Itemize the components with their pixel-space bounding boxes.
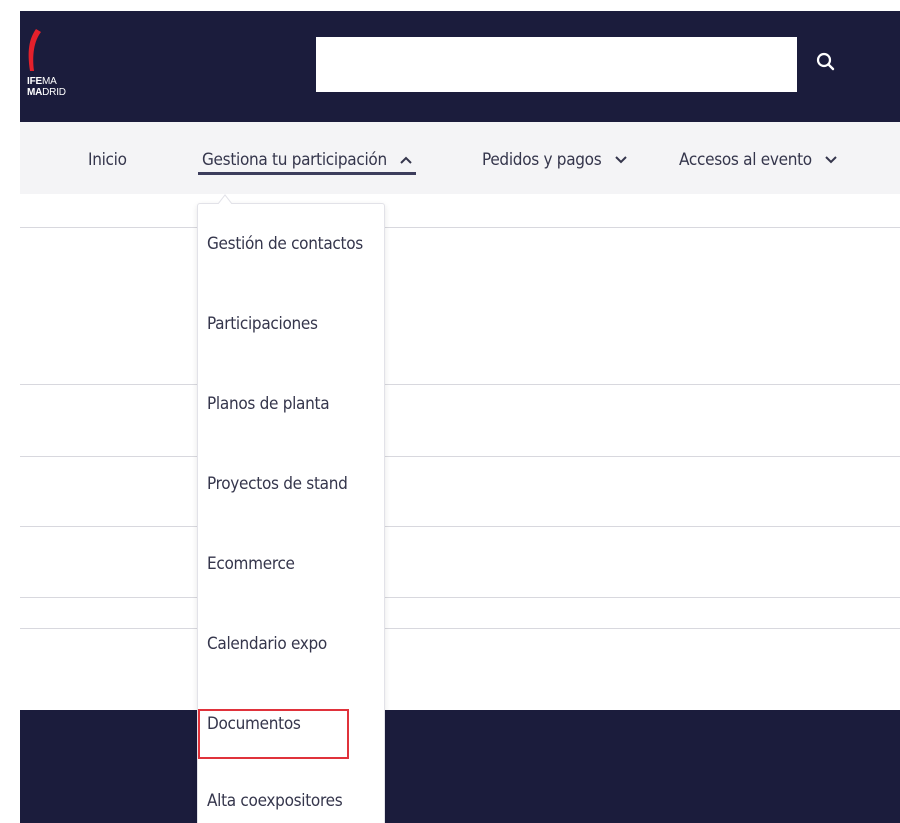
footer-bar xyxy=(20,710,900,823)
nav-item-label: Inicio xyxy=(88,150,127,170)
divider xyxy=(20,597,900,598)
main-nav: Inicio Gestiona tu participación Pedidos… xyxy=(20,122,900,194)
menu-item-ecommerce[interactable]: Ecommerce xyxy=(207,554,295,574)
menu-item-proyectos-stand[interactable]: Proyectos de stand xyxy=(207,474,348,494)
documentos-highlight xyxy=(198,709,349,759)
nav-item-inicio[interactable]: Inicio xyxy=(88,150,127,170)
logo-text: IFEMA MADRID xyxy=(27,76,66,98)
menu-item-alta-coexpositores[interactable]: Alta coexpositores xyxy=(207,791,343,811)
divider xyxy=(20,456,900,457)
nav-item-accesos[interactable]: Accesos al evento xyxy=(679,150,838,170)
search-icon[interactable] xyxy=(812,49,840,77)
ifema-logo[interactable]: IFEMA MADRID xyxy=(27,29,97,99)
divider xyxy=(20,628,900,629)
dropdown-caret xyxy=(218,194,232,204)
logo-flame-icon xyxy=(28,29,41,71)
menu-item-participaciones[interactable]: Participaciones xyxy=(207,314,318,334)
menu-item-planos-planta[interactable]: Planos de planta xyxy=(207,394,330,414)
search-input[interactable] xyxy=(316,37,797,92)
menu-item-gestion-contactos[interactable]: Gestión de contactos xyxy=(207,234,363,254)
nav-item-pedidos[interactable]: Pedidos y pagos xyxy=(482,150,628,170)
nav-item-label: Pedidos y pagos xyxy=(482,150,602,170)
nav-item-label: Gestiona tu participación xyxy=(202,150,387,170)
chevron-up-icon xyxy=(400,156,413,164)
chevron-down-icon xyxy=(615,156,627,164)
menu-item-calendario-expo[interactable]: Calendario expo xyxy=(207,634,327,654)
divider xyxy=(20,227,900,228)
nav-item-gestiona[interactable]: Gestiona tu participación xyxy=(202,150,413,170)
page: IFEMA MADRID Inicio Gestiona tu particip… xyxy=(0,0,900,823)
chevron-down-icon xyxy=(825,156,838,164)
divider xyxy=(20,384,900,385)
nav-item-label: Accesos al evento xyxy=(679,150,812,170)
active-tab-indicator xyxy=(198,172,416,175)
divider xyxy=(20,526,900,527)
